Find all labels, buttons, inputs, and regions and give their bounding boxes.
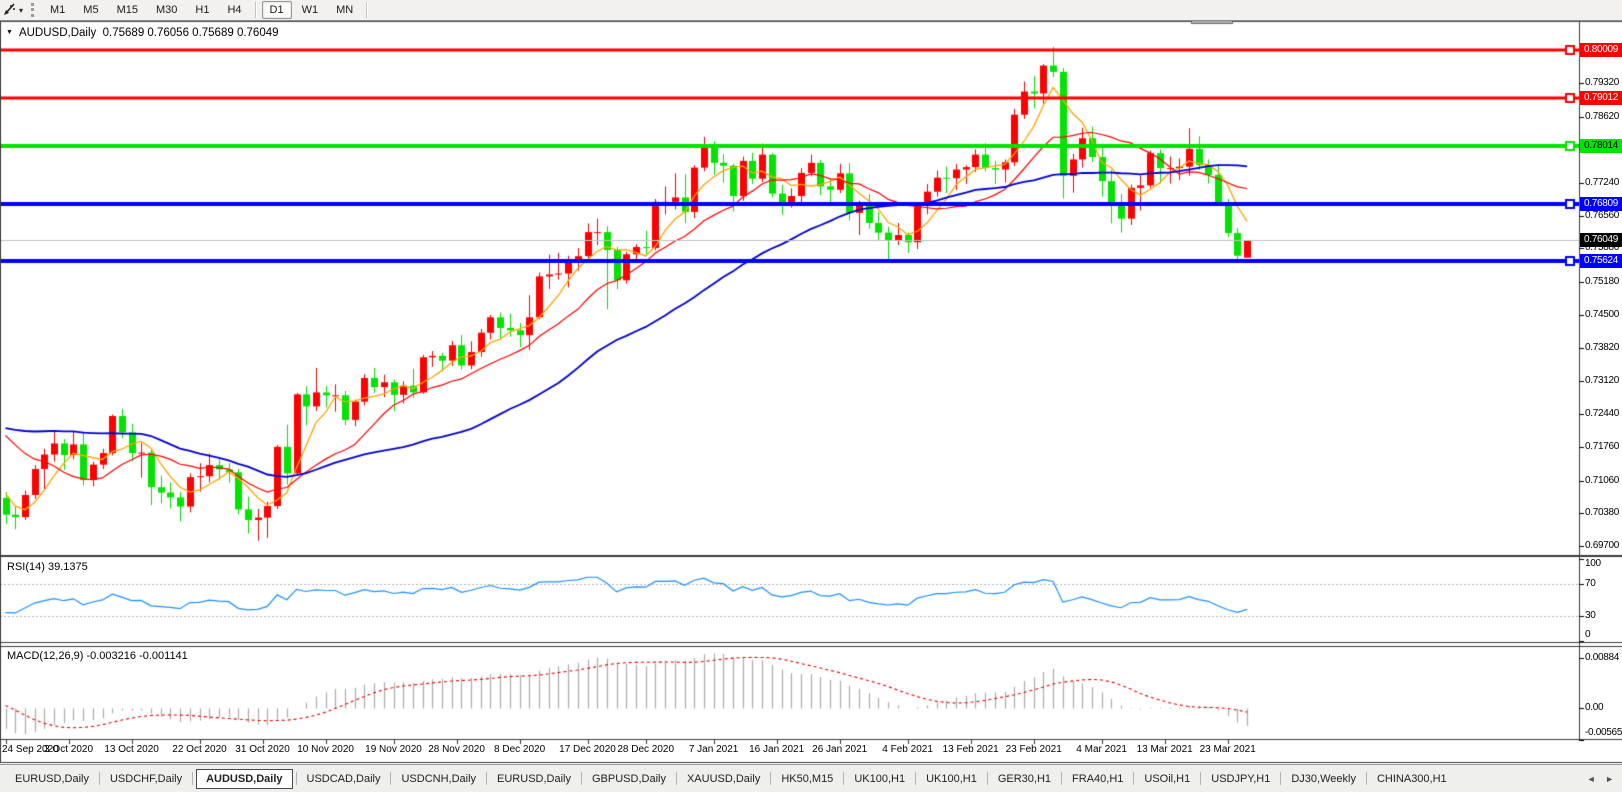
tab-separator [915,772,916,785]
toolbar: ▾ M1M5M15M30H1H4 D1W1MN [0,0,1622,21]
timeframe-button-M1[interactable]: M1 [42,1,73,19]
tab-scroll-arrows: ◄ ► [1580,774,1614,784]
chart-tab-hk50-m15[interactable]: HK50,M15 [772,769,842,789]
chart-tab-dj30-weekly[interactable]: DJ30,Weekly [1282,769,1365,789]
tab-separator [192,772,193,785]
tab-separator [987,772,988,785]
tab-separator [390,772,391,785]
tab-scroll-left-icon[interactable]: ◄ [1587,774,1596,784]
chart-tab-ger30-h1[interactable]: GER30,H1 [989,769,1060,789]
timeframe-button-M15[interactable]: M15 [109,1,146,19]
chart-tab-usdcnh-daily[interactable]: USDCNH,Daily [392,769,485,789]
tab-scroll-right-icon[interactable]: ► [1605,774,1614,784]
chart-tab-usdchf-daily[interactable]: USDCHF,Daily [101,769,191,789]
timeframe-button-D1[interactable]: D1 [262,1,292,19]
tab-separator [1133,772,1134,785]
chart-tab-usoil-h1[interactable]: USOil,H1 [1135,769,1199,789]
chart-tab-uk100-h1[interactable]: UK100,H1 [845,769,914,789]
tab-separator [296,772,297,785]
timeframe-button-H4[interactable]: H4 [219,1,249,19]
chart-tab-eurusd-daily[interactable]: EURUSD,Daily [6,769,98,789]
chart-tab-china300-h1[interactable]: CHINA300,H1 [1368,769,1456,789]
chart-tab-usdcad-daily[interactable]: USDCAD,Daily [298,769,390,789]
tab-separator [1366,772,1367,785]
chart-title: ▼ AUDUSD,Daily 0.75689 0.76056 0.75689 0.… [6,27,279,39]
tab-separator [1280,772,1281,785]
tab-separator [770,772,771,785]
chart-tab-xauusd-daily[interactable]: XAUUSD,Daily [678,769,769,789]
price-chart-canvas[interactable] [0,0,1622,792]
tab-separator [486,772,487,785]
toolbar-grip[interactable] [31,3,34,17]
timeframe-button-M30[interactable]: M30 [148,1,185,19]
toolbar-separator [255,2,257,18]
tab-separator [1061,772,1062,785]
chart-tab-uk100-h1[interactable]: UK100,H1 [917,769,986,789]
timeframe-button-H1[interactable]: H1 [187,1,217,19]
tab-separator [1200,772,1201,785]
timeframe-button-M5[interactable]: M5 [75,1,106,19]
chart-tab-fra40-h1[interactable]: FRA40,H1 [1063,769,1132,789]
tab-separator [99,772,100,785]
rsi-indicator-label: RSI(14) 39.1375 [7,561,88,573]
timeframe-button-W1[interactable]: W1 [294,1,327,19]
chart-tab-usdjpy-h1[interactable]: USDJPY,H1 [1202,769,1279,789]
chart-collapse-caret-icon[interactable]: ▼ [6,29,13,36]
chart-title-text: AUDUSD,Daily 0.75689 0.76056 0.75689 0.7… [19,27,279,39]
chart-tab-bar: EURUSD,DailyUSDCHF,DailyAUDUSD,DailyUSDC… [0,764,1622,792]
cursor-tool-icon[interactable] [1,3,17,17]
toolbar-separator [366,2,368,18]
timeframe-button-MN[interactable]: MN [328,1,361,19]
tab-separator [676,772,677,785]
tab-separator [581,772,582,785]
timeframe-button-group: M1M5M15M30H1H4 D1W1MN [41,1,372,19]
chart-tab-gbpusd-daily[interactable]: GBPUSD,Daily [583,769,675,789]
chart-tab-audusd-daily[interactable]: AUDUSD,Daily [196,769,292,789]
chart-tabs: EURUSD,DailyUSDCHF,DailyAUDUSD,DailyUSDC… [6,769,1456,789]
cursor-tool-dropdown-caret-icon[interactable]: ▾ [19,6,23,15]
tab-separator [843,772,844,785]
chart-tab-eurusd-daily[interactable]: EURUSD,Daily [488,769,580,789]
macd-indicator-label: MACD(12,26,9) -0.003216 -0.001141 [7,650,188,662]
